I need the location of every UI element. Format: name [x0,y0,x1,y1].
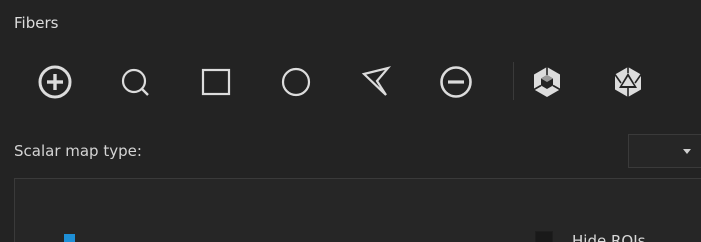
mesh-icosahedron-icon [614,67,642,97]
mesh-cube-button[interactable] [527,62,567,102]
roi-toolbar [0,56,701,108]
remove-roi-icon [440,66,472,98]
lasso-select-button[interactable] [116,62,156,102]
scalar-map-row: Scalar map type: [0,134,701,170]
scalar-map-type-dropdown[interactable] [628,134,701,168]
rectangle-select-button[interactable] [196,62,236,102]
roi-group-box: Hide ROIs [14,178,701,242]
rectangle-select-icon [201,68,231,96]
polygon-select-icon [361,66,392,96]
toolbar-separator [513,62,514,100]
ellipse-select-button[interactable] [276,62,316,102]
hide-rois-checkbox[interactable] [535,231,553,242]
mesh-cube-icon [533,67,561,97]
section-title: Fibers [14,14,59,32]
scalar-map-label: Scalar map type: [14,142,142,160]
mesh-icosahedron-button[interactable] [608,62,648,102]
add-roi-button[interactable] [35,62,75,102]
chevron-down-icon [683,149,691,154]
add-roi-icon [38,65,72,99]
remove-roi-button[interactable] [436,62,476,102]
fibers-panel: Fibers Scalar map type: Hide ROIs [0,0,701,242]
hide-rois-label[interactable]: Hide ROIs [572,232,645,242]
polygon-select-button[interactable] [356,62,396,102]
ellipse-select-icon [281,67,311,97]
lasso-select-icon [121,68,149,96]
roi-color-swatch[interactable] [64,234,75,242]
